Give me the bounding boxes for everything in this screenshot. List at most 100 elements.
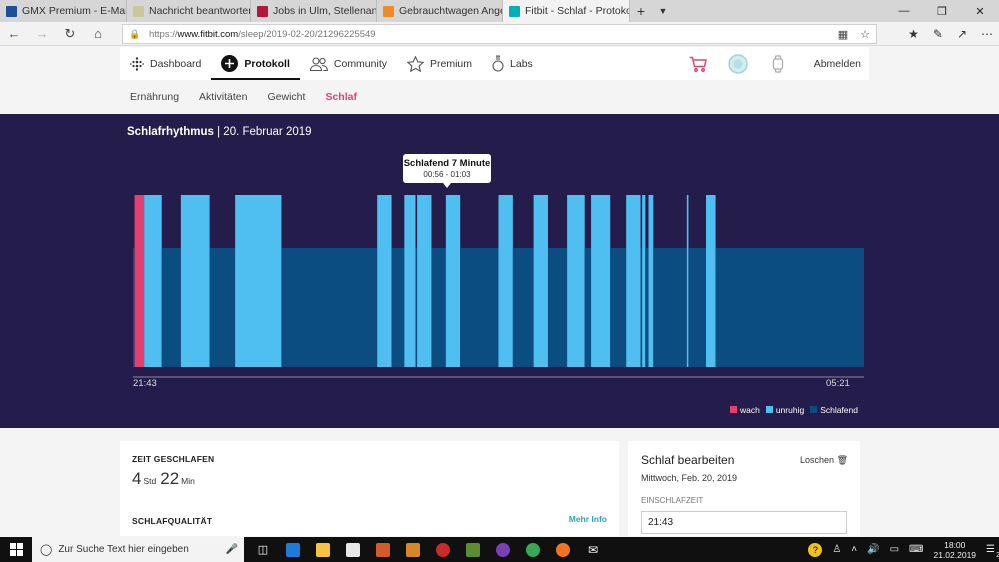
photo-app-icon[interactable] (372, 539, 394, 561)
sleep-segment-unruhig[interactable] (235, 195, 282, 367)
subnav-schlaf[interactable]: Schlaf (325, 91, 357, 103)
browser-tab[interactable]: Nachricht beantworten - Fit (127, 0, 251, 22)
pen-icon[interactable]: ✎ (933, 27, 943, 41)
sleep-segment-schlafend[interactable] (512, 248, 534, 367)
logout-link[interactable]: Abmelden (798, 58, 869, 70)
browser-tab[interactable]: Fitbit - Schlaf - Protoko✕ (503, 0, 630, 22)
person-icon[interactable]: ♙ (832, 544, 841, 555)
sleep-segment-schlafend[interactable] (415, 248, 418, 367)
sleep-segment-wach[interactable] (134, 195, 145, 367)
edge-browser-icon[interactable] (282, 539, 304, 561)
notification-icon[interactable]: ☰ 2 (986, 544, 999, 559)
store-icon[interactable] (342, 539, 364, 561)
url-input[interactable]: 🔒 https://www.fitbit.com/sleep/2019-02-2… (122, 24, 877, 44)
delete-button[interactable]: Loschen 🗑 (800, 455, 848, 466)
sleep-chart-panel: Schlafrhythmus | 20. Februar 2019 Schlaf… (0, 114, 999, 428)
new-tab-button[interactable]: + (630, 0, 652, 22)
nav-dashboard[interactable]: Dashboard (120, 47, 211, 80)
nav-premium[interactable]: Premium (397, 47, 482, 80)
subnav-aktivitaeten[interactable]: Aktivitäten (199, 91, 247, 103)
sleep-segment-unruhig[interactable] (648, 195, 654, 367)
tab-favicon-icon (509, 5, 520, 17)
sleep-segment-unruhig[interactable] (626, 195, 641, 367)
task-view-icon[interactable]: ◫ (252, 539, 274, 561)
sleep-segment-schlafend[interactable] (715, 248, 864, 367)
more-icon[interactable]: ⋯ (981, 27, 993, 41)
file-explorer-icon[interactable] (312, 539, 334, 561)
sleep-segment-schlafend[interactable] (281, 248, 378, 367)
taskbar-search-input[interactable]: ◯ Zur Suche Text hier eingeben 🎤 (32, 537, 244, 562)
reading-view-icon[interactable]: ▦ (838, 28, 848, 41)
volume-icon[interactable]: 🔊 (867, 544, 879, 555)
cart-icon[interactable] (678, 56, 718, 72)
sleep-segment-schlafend[interactable] (610, 248, 627, 367)
nav-label: Premium (430, 57, 473, 70)
firefox-icon[interactable] (552, 539, 574, 561)
colorful-app-icon[interactable] (462, 539, 484, 561)
browser-tab[interactable]: Gebrauchtwagen Angebote (377, 0, 503, 22)
sleep-segment-schlafend[interactable] (209, 248, 236, 367)
sleep-segment-schlafend[interactable] (640, 248, 643, 367)
sleep-segment-unruhig[interactable] (642, 195, 646, 367)
subnav-gewicht[interactable]: Gewicht (268, 91, 306, 103)
network-icon[interactable]: ▭ (890, 544, 899, 555)
maximize-icon[interactable]: ❐ (923, 0, 961, 22)
tray-chevron-icon[interactable]: ˄ (851, 544, 857, 555)
windows-start-icon[interactable] (0, 543, 32, 556)
sleep-segment-unruhig[interactable] (417, 195, 432, 367)
sleep-segment-unruhig[interactable] (144, 195, 162, 367)
x-start-label: 21:43 (133, 378, 157, 389)
sleep-segment-schlafend[interactable] (653, 248, 687, 367)
firefox-alt-icon[interactable] (492, 539, 514, 561)
tab-label: Jobs in Ulm, Stellenangebot (273, 5, 377, 17)
device-watch-icon[interactable] (758, 54, 798, 73)
sleep-segment-schlafend[interactable] (688, 248, 706, 367)
tab-list-chevron-icon[interactable]: ▼ (652, 0, 674, 22)
nav-protokoll[interactable]: Protokoll (211, 47, 300, 80)
security-app-icon[interactable] (432, 539, 454, 561)
refresh-icon[interactable]: ↻ (56, 26, 84, 42)
back-arrow-icon[interactable]: ← (0, 26, 28, 41)
legend-item-schlafend: Schlafend (810, 405, 858, 415)
close-window-icon[interactable]: ✕ (961, 0, 999, 22)
sleep-segment-schlafend[interactable] (133, 248, 135, 367)
sleep-segment-schlafend[interactable] (431, 248, 446, 367)
sleep-segment-unruhig[interactable] (591, 195, 611, 367)
media-player-icon[interactable] (402, 539, 424, 561)
favorites-icon[interactable]: ★ (908, 27, 919, 41)
forward-arrow-icon[interactable]: → (28, 26, 56, 41)
sleep-segment-unruhig[interactable] (567, 195, 585, 367)
help-icon[interactable]: ? (808, 542, 823, 557)
more-info-link[interactable]: Mehr Info (569, 514, 607, 524)
favorite-star-icon[interactable]: ☆ (860, 28, 870, 41)
sleep-segment-unruhig[interactable] (404, 195, 416, 367)
start-time-input[interactable]: 21:43 (641, 511, 847, 534)
subnav-ernaehrung[interactable]: Ernährung (130, 91, 179, 103)
sleep-segment-schlafend[interactable] (645, 248, 649, 367)
sleep-segment-unruhig[interactable] (533, 195, 548, 367)
sleep-segment-schlafend[interactable] (391, 248, 405, 367)
sleep-segment-unruhig[interactable] (180, 195, 210, 367)
sleep-segment-schlafend[interactable] (547, 248, 568, 367)
sleep-segment-unruhig[interactable] (705, 195, 716, 367)
avatar[interactable] (718, 53, 758, 74)
sleep-segment-unruhig[interactable] (377, 195, 392, 367)
nav-labs[interactable]: Labs (482, 47, 543, 80)
browser-tab[interactable]: GMX Premium - E-Mail mac (0, 0, 127, 22)
sleep-segment-schlafend[interactable] (584, 248, 592, 367)
chrome-icon[interactable] (522, 539, 544, 561)
browser-tab[interactable]: Jobs in Ulm, Stellenangebot (251, 0, 377, 22)
clock[interactable]: 18:00 21.02.2019 (933, 540, 976, 560)
microphone-icon[interactable]: 🎤 (226, 544, 238, 555)
home-icon[interactable]: ⌂ (84, 26, 112, 41)
sleep-segment-schlafend[interactable] (460, 248, 499, 367)
sleep-segment-unruhig[interactable] (498, 195, 513, 367)
minimize-icon[interactable]: — (885, 0, 923, 22)
sleep-segment-unruhig[interactable] (445, 195, 461, 367)
nav-community[interactable]: Community (300, 47, 397, 80)
sleep-segment-schlafend[interactable] (161, 248, 181, 367)
mail-icon[interactable]: ✉ (582, 539, 604, 561)
share-icon[interactable]: ↗ (957, 27, 967, 41)
sleep-segment-unruhig[interactable] (686, 195, 689, 367)
keyboard-icon[interactable]: ⌨ (909, 544, 923, 555)
